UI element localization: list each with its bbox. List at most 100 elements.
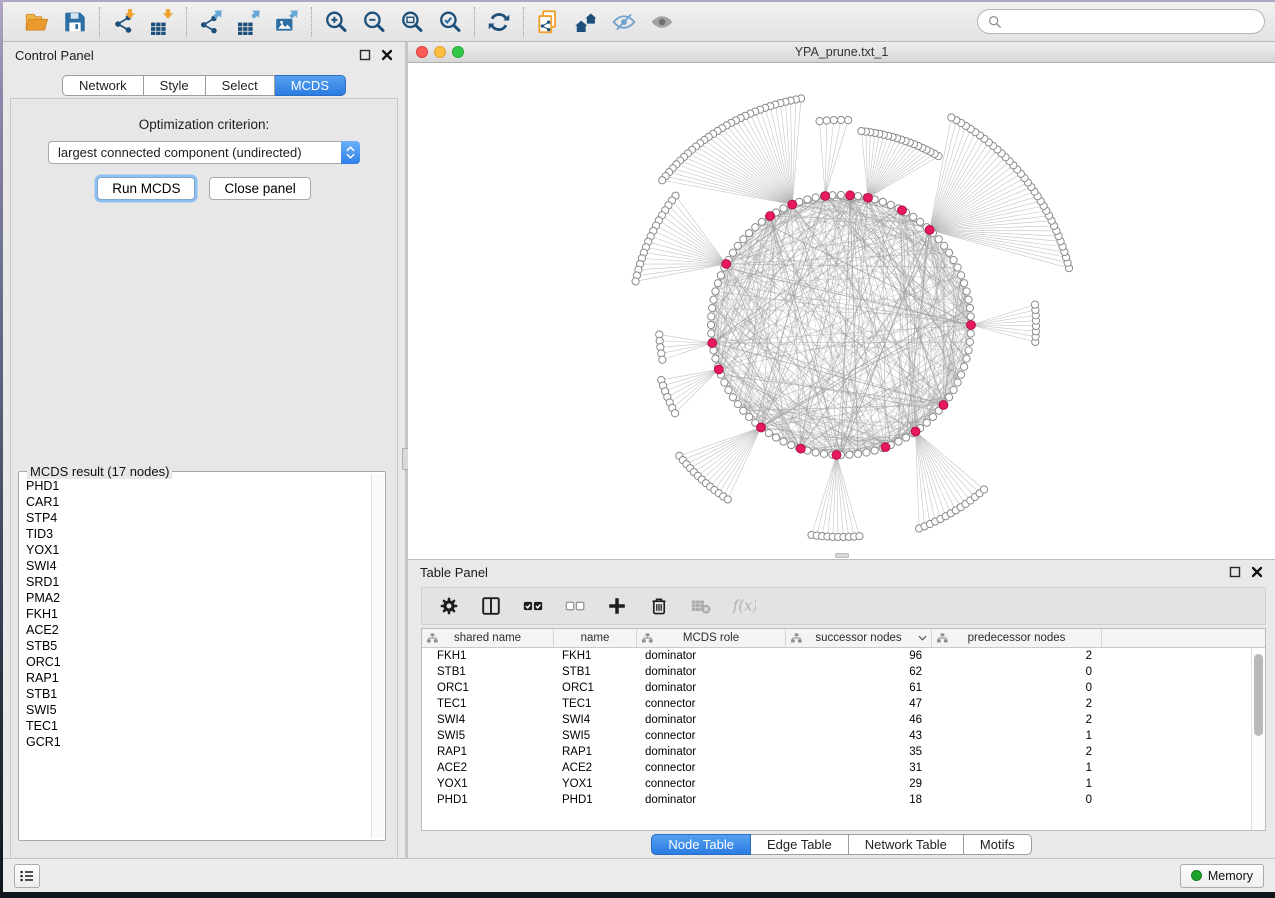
save-button[interactable] <box>60 7 90 37</box>
table-row[interactable]: SWI5SWI5connector431 <box>422 728 1251 744</box>
zoom-selected-button[interactable] <box>435 7 465 37</box>
memory-label: Memory <box>1208 869 1253 883</box>
shared-column-icon <box>937 633 948 643</box>
shared-column-icon <box>427 633 438 643</box>
cell: FKH1 <box>554 650 637 662</box>
memory-button[interactable]: Memory <box>1180 864 1264 888</box>
export-network-button[interactable] <box>196 7 226 37</box>
import-table-button[interactable] <box>147 7 177 37</box>
optimization-criterion-select[interactable]: largest connected component (undirected) <box>48 141 360 164</box>
table-row[interactable]: SWI4SWI4dominator462 <box>422 712 1251 728</box>
zoom-out-button[interactable] <box>359 7 389 37</box>
cell: ORC1 <box>554 682 637 694</box>
export-image-button[interactable] <box>272 7 302 37</box>
table-row[interactable]: YOX1YOX1connector291 <box>422 776 1251 792</box>
cell: ACE2 <box>422 762 554 774</box>
search-box[interactable] <box>977 9 1265 34</box>
hide-selected-icon <box>611 9 637 35</box>
close-panel-icon[interactable] <box>380 49 393 62</box>
add-button[interactable] <box>604 593 630 619</box>
mcds-result-node[interactable]: PMA2 <box>21 590 370 606</box>
cell: 61 <box>786 682 932 694</box>
fx-button[interactable]: f(x) <box>730 593 756 619</box>
duplicate-network-button[interactable] <box>533 7 563 37</box>
mcds-result-node[interactable]: YOX1 <box>21 542 370 558</box>
first-neighbors-button[interactable] <box>571 7 601 37</box>
gear-button[interactable] <box>436 593 462 619</box>
column-header-predecessor-nodes[interactable]: predecessor nodes <box>932 629 1102 647</box>
mcds-result-node[interactable]: STB1 <box>21 686 370 702</box>
tab-edge-table[interactable]: Edge Table <box>751 834 849 855</box>
mcds-result-scrollbar[interactable] <box>371 474 384 838</box>
column-header-MCDS-role[interactable]: MCDS role <box>637 629 786 647</box>
mcds-result-node[interactable]: TEC1 <box>21 718 370 734</box>
column-header-name[interactable]: name <box>554 629 637 647</box>
mcds-result-node[interactable]: ACE2 <box>21 622 370 638</box>
mcds-result-node[interactable]: CAR1 <box>21 494 370 510</box>
mcds-result-node[interactable]: GCR1 <box>21 734 370 750</box>
delete-table-button[interactable] <box>688 593 714 619</box>
mcds-result-node[interactable]: SWI4 <box>21 558 370 574</box>
main-toolbar <box>3 2 1275 42</box>
mcds-result-node[interactable]: RAP1 <box>21 670 370 686</box>
table-scrollbar-thumb[interactable] <box>1254 654 1263 736</box>
trash-button[interactable] <box>646 593 672 619</box>
show-all-button[interactable] <box>647 7 677 37</box>
float-table-panel-icon[interactable] <box>1228 566 1241 579</box>
tab-node-table[interactable]: Node Table <box>651 834 751 855</box>
table-row[interactable]: ORC1ORC1dominator610 <box>422 680 1251 696</box>
cell: SWI4 <box>422 714 554 726</box>
mcds-result-node[interactable]: SRD1 <box>21 574 370 590</box>
cell: 47 <box>786 698 932 710</box>
check-off-button[interactable] <box>562 593 588 619</box>
cell: ACE2 <box>554 762 637 774</box>
export-table-button[interactable] <box>234 7 264 37</box>
tab-select[interactable]: Select <box>206 75 275 96</box>
network-graph[interactable] <box>408 63 1275 559</box>
mcds-result-list[interactable]: PHD1CAR1STP4TID3YOX1SWI4SRD1PMA2FKH1ACE2… <box>21 478 370 838</box>
mcds-result-node[interactable]: ORC1 <box>21 654 370 670</box>
mcds-result-node[interactable]: SWI5 <box>21 702 370 718</box>
cell: 0 <box>932 794 1102 806</box>
table-scrollbar[interactable] <box>1251 648 1265 830</box>
search-input[interactable] <box>1008 12 1254 32</box>
close-panel-button[interactable]: Close panel <box>209 177 310 200</box>
table-row[interactable]: ACE2ACE2connector311 <box>422 760 1251 776</box>
table-row[interactable]: TEC1TEC1connector472 <box>422 696 1251 712</box>
mcds-result-node[interactable]: STP4 <box>21 510 370 526</box>
tab-network-table[interactable]: Network Table <box>849 834 964 855</box>
run-mcds-button[interactable]: Run MCDS <box>97 177 195 200</box>
task-history-button[interactable] <box>14 864 40 888</box>
mcds-result-title: MCDS result (17 nodes) <box>27 464 172 479</box>
float-panel-icon[interactable] <box>358 49 371 62</box>
zoom-fit-button[interactable] <box>397 7 427 37</box>
mcds-result-node[interactable]: FKH1 <box>21 606 370 622</box>
network-window-titlebar[interactable]: YPA_prune.txt_1 <box>408 42 1275 63</box>
mcds-result-node[interactable]: TID3 <box>21 526 370 542</box>
table-row[interactable]: PHD1PHD1dominator180 <box>422 792 1251 808</box>
mcds-result-node[interactable]: PHD1 <box>21 478 370 494</box>
check-on-button[interactable] <box>520 593 546 619</box>
mcds-result-node[interactable]: STB5 <box>21 638 370 654</box>
column-header-shared-name[interactable]: shared name <box>422 629 554 647</box>
duplicate-network-icon <box>535 9 561 35</box>
split-pane-button[interactable] <box>478 593 504 619</box>
open-file-button[interactable] <box>22 7 52 37</box>
zoom-in-button[interactable] <box>321 7 351 37</box>
import-network-button[interactable] <box>109 7 139 37</box>
table-row[interactable]: FKH1FKH1dominator962 <box>422 648 1251 664</box>
cell: 1 <box>932 778 1102 790</box>
tab-network[interactable]: Network <box>62 75 144 96</box>
tab-mcds[interactable]: MCDS <box>275 75 346 96</box>
column-header-successor-nodes[interactable]: successor nodes <box>786 629 932 647</box>
tab-motifs[interactable]: Motifs <box>964 834 1032 855</box>
close-table-panel-icon[interactable] <box>1250 566 1263 579</box>
network-canvas[interactable] <box>408 63 1275 559</box>
table-row[interactable]: RAP1RAP1dominator352 <box>422 744 1251 760</box>
tab-style[interactable]: Style <box>144 75 206 96</box>
delete-table-icon <box>688 595 714 617</box>
refresh-button[interactable] <box>484 7 514 37</box>
table-row[interactable]: STB1STB1dominator620 <box>422 664 1251 680</box>
canvas-splitter-grip[interactable] <box>835 553 849 558</box>
hide-selected-button[interactable] <box>609 7 639 37</box>
